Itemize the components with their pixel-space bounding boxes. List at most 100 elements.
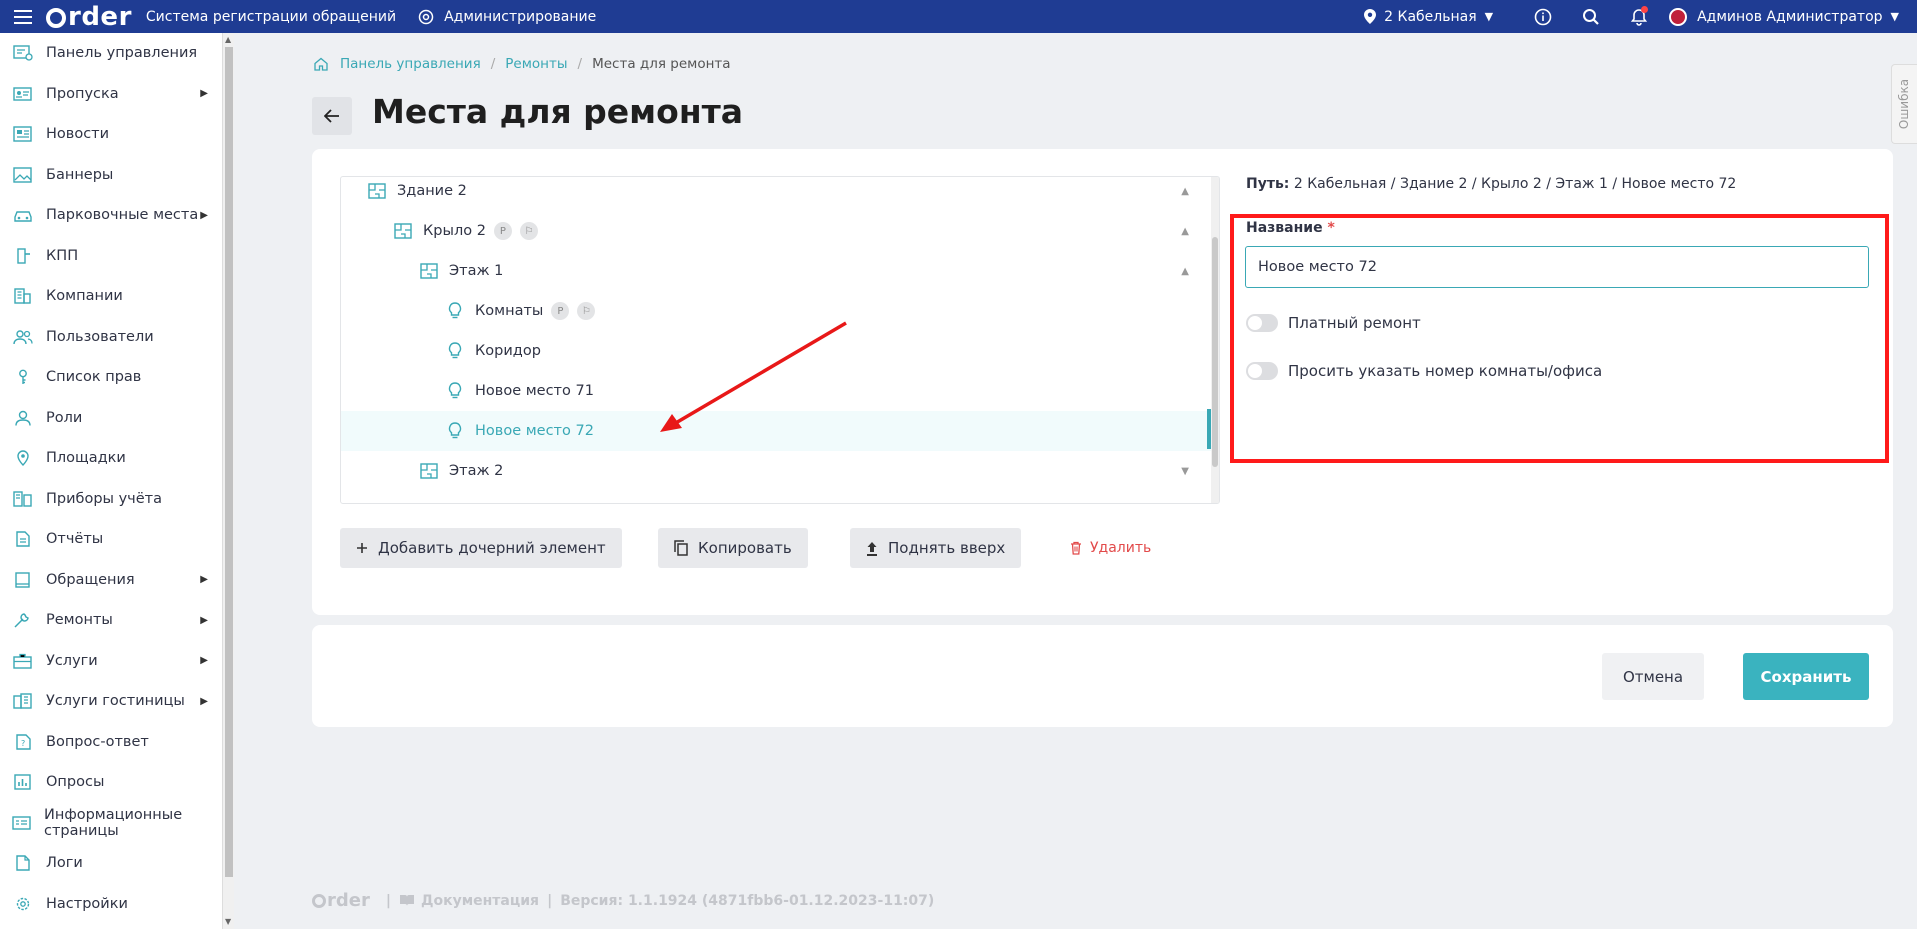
name-field-label: Название * bbox=[1246, 220, 1335, 236]
sidebar-item-poll[interactable]: Опросы bbox=[0, 762, 222, 803]
copy-label: Копировать bbox=[698, 539, 792, 557]
cancel-button[interactable]: Отмена bbox=[1602, 653, 1704, 700]
sidebar-item-log[interactable]: Логи bbox=[0, 843, 222, 884]
bulb-icon bbox=[445, 301, 465, 321]
tree-node-label: Новое место 71 bbox=[475, 383, 594, 399]
tree-node[interactable]: Крыло 2 P ⚐ ▲ bbox=[341, 211, 1211, 251]
move-up-label: Поднять вверх bbox=[888, 539, 1006, 557]
user-menu[interactable]: Админов Администратор ▼ bbox=[1669, 7, 1899, 26]
bulb-icon bbox=[445, 421, 465, 441]
sidebar-item-label: Баннеры bbox=[46, 166, 114, 183]
sidebar-item-book[interactable]: Обращения ▶ bbox=[0, 560, 222, 601]
item-path: Путь: 2 Кабельная / Здание 2 / Крыло 2 /… bbox=[1246, 176, 1736, 192]
expand-icon[interactable]: ▼ bbox=[1181, 466, 1189, 477]
sidebar-item-hotel[interactable]: Услуги гостиницы ▶ bbox=[0, 681, 222, 722]
node-badge: ⚐ bbox=[577, 302, 596, 320]
app-logo[interactable]: rder bbox=[46, 2, 132, 32]
documentation-label: Документация bbox=[420, 892, 540, 909]
sidebar-item-wrench[interactable]: Ремонты ▶ bbox=[0, 600, 222, 641]
sidebar-item-pass[interactable]: Пропуска ▶ bbox=[0, 74, 222, 115]
notification-bell-icon[interactable] bbox=[1615, 0, 1663, 33]
sidebar-item-car[interactable]: Парковочные места ▶ bbox=[0, 195, 222, 236]
breadcrumb-separator: / bbox=[490, 56, 496, 72]
sidebar-item-checkpoint[interactable]: КПП bbox=[0, 236, 222, 277]
collapse-icon[interactable]: ▲ bbox=[1181, 266, 1189, 277]
sidebar-item-key[interactable]: Список прав bbox=[0, 357, 222, 398]
sidebar-item-report[interactable]: Отчёты bbox=[0, 519, 222, 560]
plan-icon bbox=[393, 221, 413, 241]
sidebar-item-users[interactable]: Пользователи bbox=[0, 317, 222, 358]
sidebar-item-gear[interactable]: Настройки bbox=[0, 884, 222, 925]
sidebar-item-building[interactable]: Компании bbox=[0, 276, 222, 317]
sidebar-item-location[interactable]: Площадки bbox=[0, 438, 222, 479]
ask-room-toggle[interactable] bbox=[1246, 362, 1278, 380]
sidebar-item-label: Обращения bbox=[46, 571, 135, 588]
sidebar-item-dashboard[interactable]: Панель управления bbox=[0, 33, 222, 74]
admin-link[interactable]: Администрирование bbox=[418, 9, 596, 25]
tree-scrollbar[interactable] bbox=[1211, 177, 1219, 503]
info-icon[interactable] bbox=[1519, 0, 1567, 33]
location-pin-icon bbox=[1364, 9, 1377, 24]
paid-repair-label: Платный ремонт bbox=[1288, 314, 1421, 332]
plan-icon bbox=[419, 461, 439, 481]
tree-node[interactable]: Здание 2 ▲ bbox=[341, 177, 1211, 211]
documentation-link[interactable]: Документация bbox=[399, 893, 539, 909]
footer-separator: | bbox=[547, 892, 553, 909]
sidebar-item-faq[interactable]: ? Вопрос-ответ bbox=[0, 722, 222, 763]
tree-node-label: Коридор bbox=[475, 343, 541, 359]
scroll-down-icon[interactable]: ▼ bbox=[225, 917, 231, 926]
sidebar-item-info-page[interactable]: Информационные страницы bbox=[0, 803, 222, 844]
breadcrumb-link-repairs[interactable]: Ремонты bbox=[505, 56, 567, 72]
error-report-tab[interactable]: Ошибка bbox=[1891, 64, 1917, 144]
sidebar-item-banner[interactable]: Баннеры bbox=[0, 155, 222, 196]
back-button[interactable] bbox=[312, 97, 352, 135]
copy-button[interactable]: Копировать bbox=[658, 528, 808, 568]
tree-node[interactable]: Новое место 72 bbox=[341, 411, 1211, 451]
save-button[interactable]: Сохранить bbox=[1743, 653, 1869, 700]
sidebar-item-label: Ремонты bbox=[46, 612, 113, 629]
tree-node[interactable]: Новое место 71 bbox=[341, 371, 1211, 411]
location-selector[interactable]: 2 Кабельная ▼ bbox=[1364, 9, 1493, 25]
top-bar: rder Система регистрации обращений Админ… bbox=[0, 0, 1917, 33]
ask-room-label: Просить указать номер комнаты/офиса bbox=[1288, 362, 1603, 380]
add-child-button[interactable]: Добавить дочерний элемент bbox=[340, 528, 622, 568]
tree-node[interactable]: Этаж 2 ▼ bbox=[341, 451, 1211, 491]
scrollbar-thumb[interactable] bbox=[225, 47, 233, 877]
scroll-up-icon[interactable]: ▲ bbox=[225, 35, 231, 44]
location-label: 2 Кабельная bbox=[1384, 8, 1477, 25]
version-text: Версия: 1.1.1924 (4871fbb6-01.12.2023-11… bbox=[560, 892, 935, 909]
scrollbar-thumb[interactable] bbox=[1212, 237, 1218, 467]
key-icon bbox=[12, 366, 34, 388]
user-icon bbox=[12, 407, 34, 429]
move-up-button[interactable]: Поднять вверх bbox=[850, 528, 1022, 568]
collapse-icon[interactable]: ▲ bbox=[1181, 226, 1189, 237]
breadcrumb-separator: / bbox=[577, 56, 583, 72]
node-badge: ⚐ bbox=[519, 222, 538, 240]
chevron-right-icon: ▶ bbox=[200, 655, 208, 667]
path-label: Путь: bbox=[1246, 176, 1290, 192]
delete-button[interactable]: Удалить bbox=[1070, 528, 1151, 568]
sidebar-item-briefcase[interactable]: Услуги ▶ bbox=[0, 641, 222, 682]
sidebar-item-news[interactable]: Новости bbox=[0, 114, 222, 155]
breadcrumb-link-dashboard[interactable]: Панель управления bbox=[340, 56, 481, 72]
book-icon bbox=[399, 895, 414, 906]
menu-icon[interactable] bbox=[0, 0, 46, 33]
checkpoint-icon bbox=[12, 245, 34, 267]
paid-repair-toggle[interactable] bbox=[1246, 314, 1278, 332]
required-mark: * bbox=[1327, 220, 1335, 236]
sidebar-item-meter[interactable]: Приборы учёта bbox=[0, 479, 222, 520]
search-icon[interactable] bbox=[1567, 0, 1615, 33]
bulb-icon bbox=[445, 381, 465, 401]
sidebar-scrollbar[interactable]: ▲ ▼ bbox=[222, 33, 234, 929]
path-value: 2 Кабельная / Здание 2 / Крыло 2 / Этаж … bbox=[1293, 176, 1737, 192]
tree-node[interactable]: Коридор bbox=[341, 331, 1211, 371]
collapse-icon[interactable]: ▲ bbox=[1181, 186, 1189, 197]
sidebar-item-label: Услуги гостиницы bbox=[46, 693, 185, 710]
tree-node[interactable]: Комнаты P ⚐ bbox=[341, 291, 1211, 331]
hotel-icon bbox=[12, 690, 34, 712]
home-icon[interactable] bbox=[314, 57, 328, 71]
name-input[interactable] bbox=[1245, 246, 1869, 288]
tree-node[interactable]: Этаж 1 ▲ bbox=[341, 251, 1211, 291]
sidebar-item-user[interactable]: Роли bbox=[0, 398, 222, 439]
sidebar-item-label: Пользователи bbox=[46, 328, 154, 345]
